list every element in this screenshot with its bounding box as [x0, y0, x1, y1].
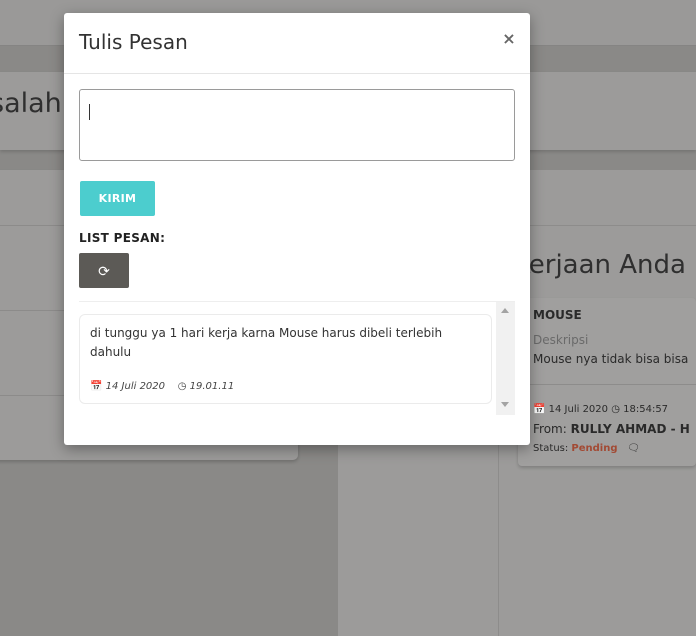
task-description: Mouse nya tidak bisa bisa — [533, 352, 689, 366]
task-time: 18:54:57 — [623, 404, 669, 415]
section-heading: Kerjaan Anda — [513, 250, 686, 280]
message-time: 19.01.11 — [189, 381, 235, 392]
task-card[interactable]: MOUSE Deskripsi Mouse nya tidak bisa bis… — [518, 298, 696, 466]
calendar-icon: 📅 — [533, 404, 546, 415]
message-input[interactable] — [79, 89, 515, 161]
clock-icon: ◷ — [611, 404, 620, 415]
task-meta: 📅 14 Juli 2020 ◷ 18:54:57 — [533, 404, 668, 415]
scrollbar[interactable] — [496, 302, 515, 415]
task-description-label: Deskripsi — [533, 333, 589, 347]
task-divider — [518, 384, 696, 385]
task-from-label: From: — [533, 422, 567, 436]
task-from-name: RULLY AHMAD - H — [570, 422, 690, 436]
close-button[interactable]: × — [500, 28, 518, 50]
message-list-label: LIST PESAN: — [79, 231, 166, 245]
send-button[interactable]: KIRIM — [80, 181, 155, 216]
task-title: MOUSE — [533, 308, 582, 322]
modal-header: Tulis Pesan × — [64, 13, 530, 74]
message-item: di tunggu ya 1 hari kerja karna Mouse ha… — [79, 314, 492, 404]
refresh-icon: ⟳ — [98, 263, 110, 279]
task-status: Status: Pending 🗨 — [533, 443, 640, 454]
message-list[interactable]: di tunggu ya 1 hari kerja karna Mouse ha… — [79, 301, 515, 415]
scroll-down-arrow-icon[interactable] — [501, 402, 509, 407]
clock-icon: ◷ — [177, 381, 187, 392]
message-text: di tunggu ya 1 hari kerja karna Mouse ha… — [90, 326, 443, 359]
task-from: From: RULLY AHMAD - H — [533, 422, 690, 436]
refresh-button[interactable]: ⟳ — [79, 253, 129, 288]
task-status-label: Status: — [533, 443, 569, 454]
task-date: 14 Juli 2020 — [548, 404, 609, 415]
comment-icon[interactable]: 🗨 — [627, 443, 640, 454]
page-title: salah — [0, 88, 62, 119]
scroll-up-arrow-icon[interactable] — [501, 308, 509, 313]
message-date: 14 Juli 2020 — [105, 381, 166, 392]
message-meta: 📅 14 Juli 2020 ◷ 19.01.11 — [90, 381, 234, 392]
calendar-icon: 📅 — [90, 381, 103, 392]
text-caret — [89, 104, 90, 120]
write-message-modal: Tulis Pesan × KIRIM LIST PESAN: ⟳ di tun… — [64, 13, 530, 445]
modal-title: Tulis Pesan — [79, 30, 188, 54]
status-badge: Pending — [571, 443, 618, 454]
